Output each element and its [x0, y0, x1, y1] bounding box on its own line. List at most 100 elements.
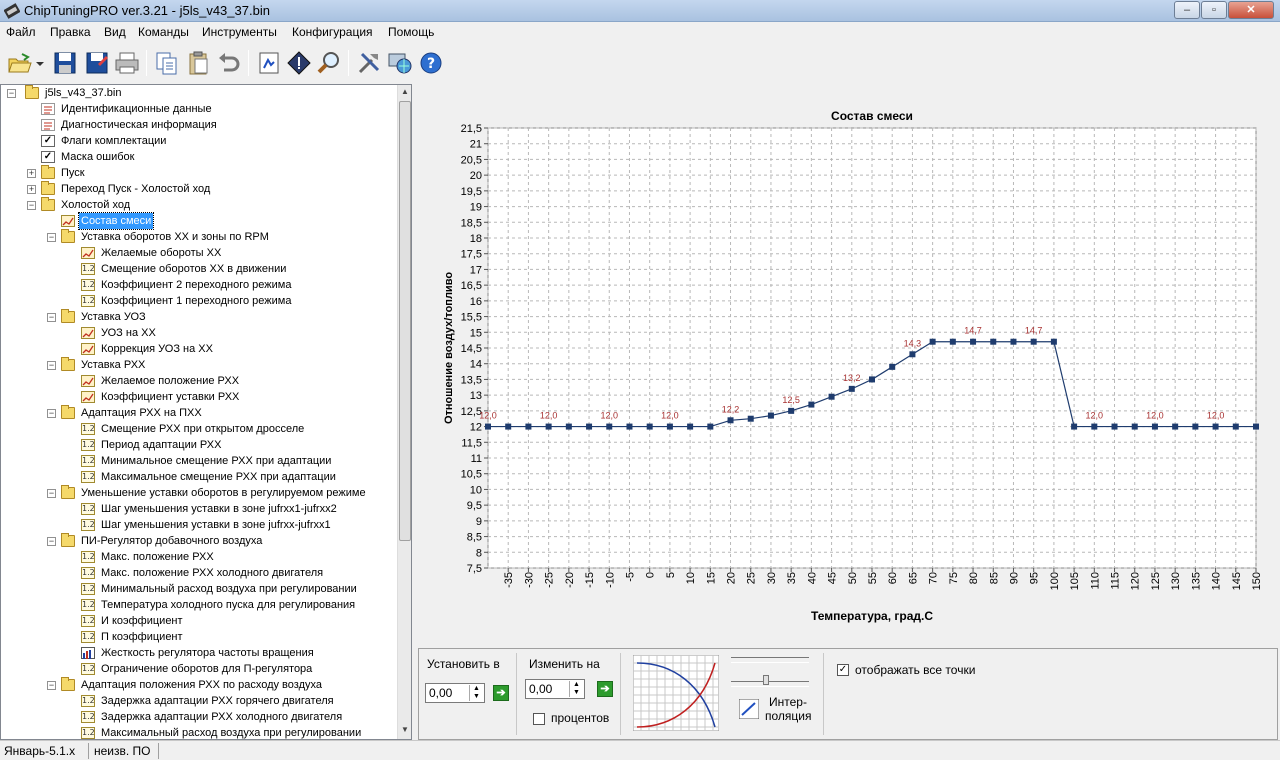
- tree-item[interactable]: 1.2 Коэффициент 2 переходного режима: [1, 277, 395, 293]
- paste-icon[interactable]: [186, 50, 212, 76]
- collapse-icon[interactable]: −: [27, 201, 36, 210]
- change-value-input[interactable]: 0,00 ▲ ▼: [525, 679, 585, 699]
- percent-label: процентов: [551, 711, 610, 725]
- tree-item[interactable]: Коэффициент уставки РХХ: [1, 389, 395, 405]
- tree-item[interactable]: 1.2 Ограничение оборотов для П-регулятора: [1, 661, 395, 677]
- spin-arrows-icon[interactable]: ▲ ▼: [569, 681, 583, 697]
- collapse-icon[interactable]: −: [47, 537, 56, 546]
- tree-item[interactable]: − Адаптация положения РХХ по расходу возд…: [1, 677, 395, 693]
- dropdown-arrow-icon[interactable]: [34, 50, 46, 76]
- tree-item[interactable]: Желаемое положение РХХ: [1, 373, 395, 389]
- menu-view[interactable]: Вид: [104, 25, 126, 39]
- collapse-icon[interactable]: −: [47, 361, 56, 370]
- menu-config[interactable]: Конфигурация: [292, 25, 373, 39]
- x-tick-label: 10: [685, 572, 697, 584]
- menu-edit[interactable]: Правка: [50, 25, 91, 39]
- scroll-up-icon[interactable]: ▲: [400, 87, 410, 97]
- apply-change-button[interactable]: ➔: [597, 681, 613, 697]
- tree-item[interactable]: 1.2 Задержка адаптации РХХ горячего двига…: [1, 693, 395, 709]
- tree-item[interactable]: − Уставка УОЗ: [1, 309, 395, 325]
- tree-item[interactable]: 1.2 Максимальный расход воздуха при регул…: [1, 725, 395, 739]
- collapse-icon[interactable]: −: [47, 409, 56, 418]
- collapse-icon[interactable]: −: [47, 233, 56, 242]
- menu-commands[interactable]: Команды: [138, 25, 189, 39]
- tree-item[interactable]: 1.2 Температура холодного пуска для регул…: [1, 597, 395, 613]
- menu-help[interactable]: Помощь: [388, 25, 434, 39]
- tree-item[interactable]: 1.2 Минимальный расход воздуха при регули…: [1, 581, 395, 597]
- tree-item[interactable]: − ПИ-Регулятор добавочного воздуха: [1, 533, 395, 549]
- tree-item[interactable]: − Уставка оборотов ХХ и зоны по RPM: [1, 229, 395, 245]
- search-icon[interactable]: [316, 50, 342, 76]
- maximize-icon[interactable]: ▫: [1201, 1, 1227, 19]
- show-all-points-checkbox[interactable]: ✓: [837, 664, 849, 676]
- tree-item[interactable]: ✓ Маска ошибок: [1, 149, 395, 165]
- tree-item[interactable]: − Адаптация РХХ на ПХХ: [1, 405, 395, 421]
- tree-item[interactable]: + Пуск: [1, 165, 395, 181]
- tools-icon[interactable]: [356, 50, 382, 76]
- expand-icon[interactable]: +: [27, 169, 36, 178]
- tree-item[interactable]: − Холостой ход: [1, 197, 395, 213]
- data-point: [505, 423, 512, 430]
- tree-item[interactable]: 1.2 И коэффициент: [1, 613, 395, 629]
- tree-item[interactable]: Желаемые обороты ХХ: [1, 245, 395, 261]
- apply-set-button[interactable]: ➔: [493, 685, 509, 701]
- save-as-icon[interactable]: [84, 50, 110, 76]
- tree-item[interactable]: Коррекция УОЗ на ХХ: [1, 341, 395, 357]
- tree-item[interactable]: 1.2 Шаг уменьшения уставки в зоне jufrxx1…: [1, 501, 395, 517]
- set-value-input[interactable]: 0,00 ▲ ▼: [425, 683, 485, 703]
- tree-item[interactable]: УОЗ на ХХ: [1, 325, 395, 341]
- window-title: ChipTuningPRO ver.3.21 - j5ls_v43_37.bin: [24, 3, 270, 18]
- tree-item[interactable]: 1.2 Задержка адаптации РХХ холодного двиг…: [1, 709, 395, 725]
- info-icon[interactable]: [286, 50, 312, 76]
- tree-item[interactable]: − Уменьшение уставки оборотов в регулируе…: [1, 485, 395, 501]
- tree-item[interactable]: 1.2 Шаг уменьшения уставки в зоне jufrxx-…: [1, 517, 395, 533]
- tree-item[interactable]: 1.2 П коэффициент: [1, 629, 395, 645]
- tree-item[interactable]: 1.2 Смещение оборотов ХХ в движении: [1, 261, 395, 277]
- tree-item[interactable]: Жесткость регулятора частоты вращения: [1, 645, 395, 661]
- tree-item[interactable]: + Переход Пуск - Холостой ход: [1, 181, 395, 197]
- close-icon[interactable]: ✕: [1228, 1, 1274, 19]
- tree-item[interactable]: 1.2 Макс. положение РХХ холодного двигате…: [1, 565, 395, 581]
- print-icon[interactable]: [114, 50, 140, 76]
- tree-item[interactable]: ✓ Флаги комплектации: [1, 133, 395, 149]
- tree-item[interactable]: − j5ls_v43_37.bin: [1, 85, 395, 101]
- tree-view[interactable]: − j5ls_v43_37.bin Идентификационные данные…: [0, 84, 412, 740]
- menu-tools[interactable]: Инструменты: [202, 25, 277, 39]
- tree-item[interactable]: − Уставка РХХ: [1, 357, 395, 373]
- interpolation-icon[interactable]: [739, 699, 759, 719]
- x-tick-label: -25: [544, 572, 556, 588]
- tree-item[interactable]: 1.2 Коэффициент 1 переходного режима: [1, 293, 395, 309]
- tree-item[interactable]: 1.2 Период адаптации РХХ: [1, 437, 395, 453]
- open-icon[interactable]: [6, 50, 32, 76]
- collapse-icon[interactable]: −: [7, 89, 16, 98]
- scroll-thumb[interactable]: [399, 101, 411, 541]
- percent-checkbox[interactable]: [533, 713, 545, 725]
- copy-icon[interactable]: [154, 50, 180, 76]
- tree-item[interactable]: 1.2 Смещение РХХ при открытом дросселе: [1, 421, 395, 437]
- scroll-down-icon[interactable]: ▼: [400, 725, 410, 735]
- chart[interactable]: 7,5 8 8,5 9 9,5 10 10,5 11 11,5 12 12,5 13 13,5 14 14,…: [414, 84, 1280, 644]
- curve-preview-icon[interactable]: [633, 655, 719, 731]
- tree-item[interactable]: 1.2 Максимальное смещение РХХ при адаптац…: [1, 469, 395, 485]
- tree-item[interactable]: Состав смеси: [1, 212, 395, 230]
- menu-file[interactable]: Файл: [6, 25, 36, 39]
- collapse-icon[interactable]: −: [47, 681, 56, 690]
- slider-handle[interactable]: [763, 675, 769, 685]
- globe-icon[interactable]: [386, 50, 412, 76]
- undo-icon[interactable]: [216, 50, 242, 76]
- file-compare-icon[interactable]: [256, 50, 282, 76]
- expand-icon[interactable]: +: [27, 185, 36, 194]
- tree-item[interactable]: 1.2 Макс. положение РХХ: [1, 549, 395, 565]
- collapse-icon[interactable]: −: [47, 489, 56, 498]
- collapse-icon[interactable]: −: [47, 313, 56, 322]
- tree-item[interactable]: 1.2 Минимальное смещение РХХ при адаптаци…: [1, 453, 395, 469]
- slider-top[interactable]: [731, 657, 809, 663]
- minimize-icon[interactable]: –: [1174, 1, 1200, 19]
- tree-item[interactable]: Идентификационные данные: [1, 101, 395, 117]
- save-icon[interactable]: [52, 50, 78, 76]
- spin-arrows-icon[interactable]: ▲ ▼: [469, 685, 483, 701]
- tree-scrollbar[interactable]: ▲ ▼: [397, 85, 411, 739]
- slider-bottom[interactable]: [731, 681, 809, 687]
- help-icon[interactable]: ?: [418, 50, 444, 76]
- tree-item[interactable]: Диагностическая информация: [1, 117, 395, 133]
